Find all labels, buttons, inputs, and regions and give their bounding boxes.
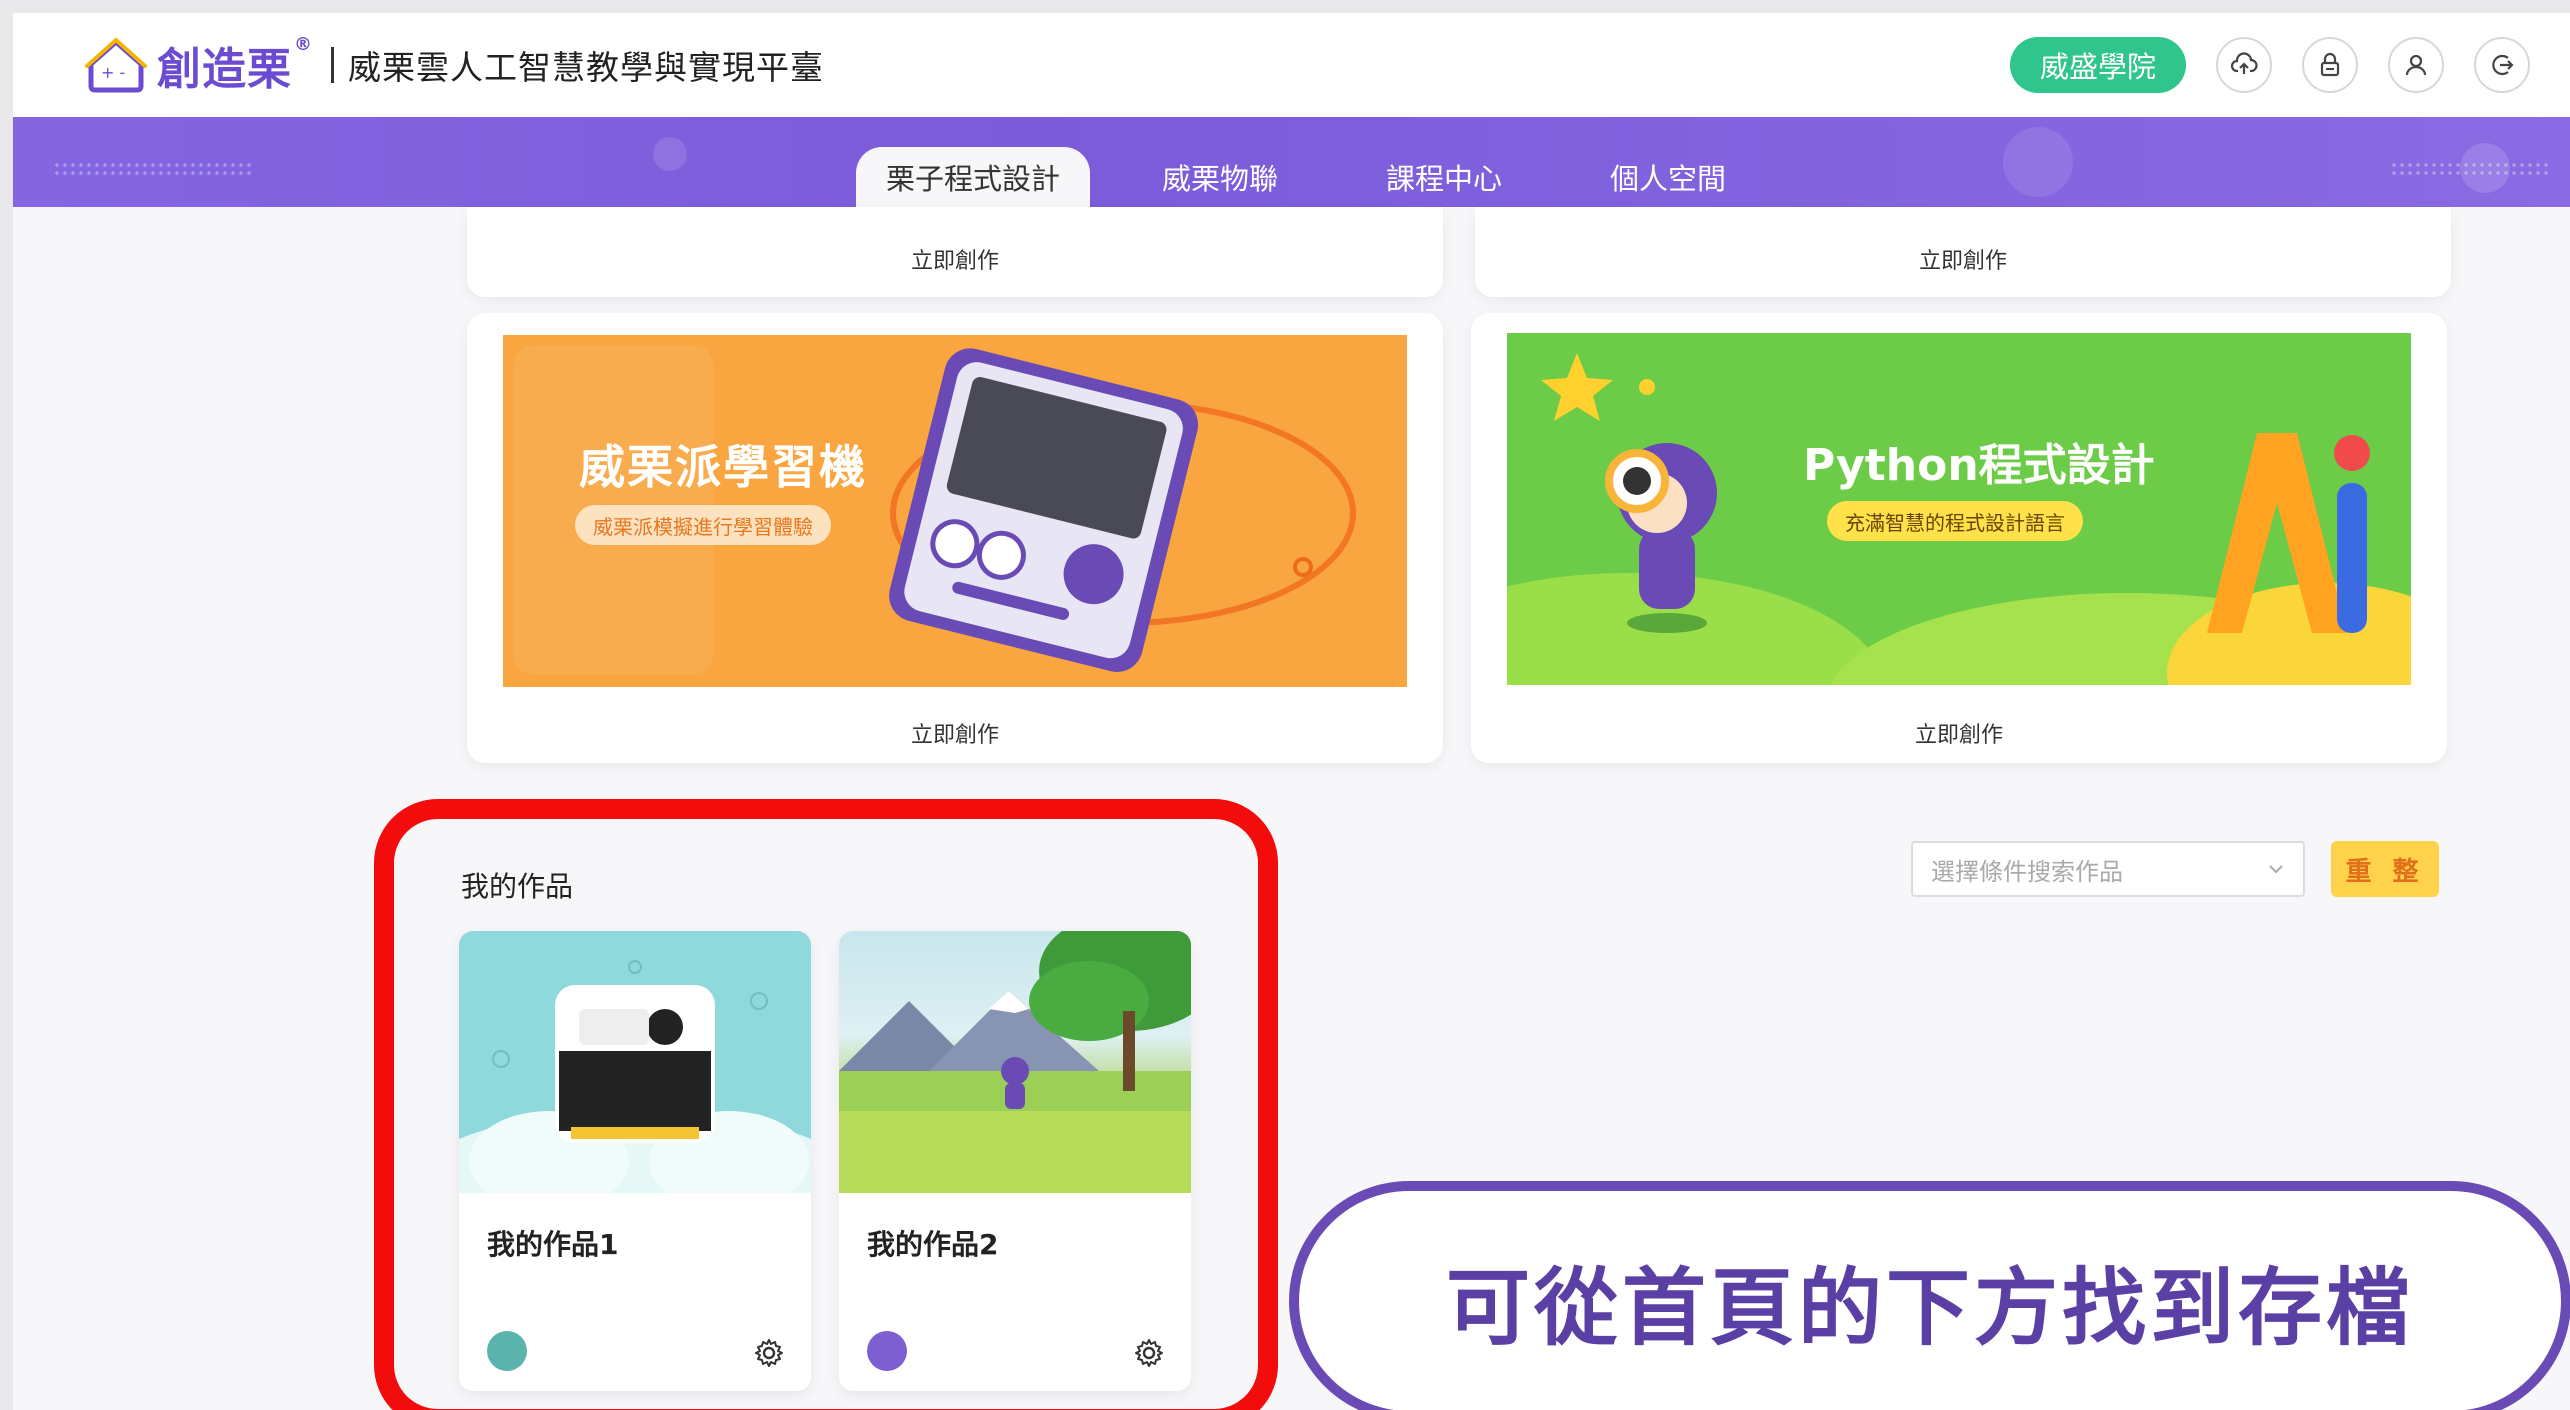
project-card: 立即創作 (467, 207, 1443, 297)
lock-icon (2320, 52, 2340, 77)
lock-button[interactable] (2302, 37, 2358, 93)
cloud-upload-button[interactable] (2216, 37, 2272, 93)
banner-title: 威栗派學習機 (579, 440, 867, 494)
platform-title: 威栗雲人工智慧教學與實現平臺 (348, 48, 824, 87)
project-card-weili-pi: 威栗派學習機 威栗派模擬進行學習體驗 立即創作 (467, 313, 1443, 763)
create-now-link[interactable]: 立即創作 (1475, 243, 2451, 275)
create-now-link[interactable]: 立即創作 (1471, 717, 2447, 749)
logo-divider (331, 47, 334, 83)
nav-tabs: 栗子程式設計 威栗物聯 課程中心 個人空間 (856, 147, 1762, 207)
cloud-upload-icon (2230, 52, 2258, 74)
user-icon (2405, 54, 2427, 76)
tab-iot[interactable]: 威栗物聯 (1126, 147, 1314, 207)
decor-bubble (653, 137, 687, 171)
create-now-link[interactable]: 立即創作 (467, 717, 1443, 749)
app-window: + - 創造栗 ® 威栗雲人工智慧教學與實現平臺 威盛學院 栗子程式設計 威栗物… (13, 13, 2570, 1410)
tab-chestnut-programming[interactable]: 栗子程式設計 (856, 147, 1091, 207)
banner-subtitle: 充滿智慧的程式設計語言 (1827, 501, 2083, 541)
chevron-down-icon (2269, 865, 2283, 874)
banner-image[interactable]: Python程式設計 充滿智慧的程式設計語言 (1507, 333, 2411, 685)
banner-subtitle: 威栗派模擬進行學習體驗 (575, 505, 831, 545)
decor-dots (2390, 161, 2550, 175)
project-card-python: Python程式設計 充滿智慧的程式設計語言 立即創作 (1471, 313, 2447, 763)
user-button[interactable] (2388, 37, 2444, 93)
tab-personal-space[interactable]: 個人空間 (1574, 147, 1762, 207)
main-nav: 栗子程式設計 威栗物聯 課程中心 個人空間 (13, 117, 2570, 207)
logo-house-icon: + - (83, 36, 149, 94)
project-card: 立即創作 (1475, 207, 2451, 297)
decor-dots (53, 161, 253, 175)
search-placeholder: 選擇條件搜索作品 (1931, 857, 2123, 886)
brand-name: 創造栗 ® (157, 34, 313, 95)
top-header: + - 創造栗 ® 威栗雲人工智慧教學與實現平臺 威盛學院 (13, 13, 2570, 117)
banner-title: Python程式設計 (1803, 440, 2155, 491)
tab-course-center[interactable]: 課程中心 (1350, 147, 1538, 207)
create-now-link[interactable]: 立即創作 (467, 243, 1443, 275)
header-actions: 威盛學院 (2009, 37, 2530, 93)
reset-button[interactable]: 重 整 (2331, 841, 2439, 897)
banner-image[interactable]: 威栗派學習機 威栗派模擬進行學習體驗 (503, 335, 1407, 687)
decor-bubble (2003, 127, 2073, 197)
academy-button[interactable]: 威盛學院 (2009, 37, 2186, 93)
logout-icon (2492, 54, 2514, 76)
svg-text:+ -: + - (101, 63, 125, 82)
works-search-select[interactable]: 選擇條件搜索作品 (1911, 841, 2305, 897)
callout-text: 可從首頁的下方找到存檔 (1445, 1258, 2414, 1357)
logout-button[interactable] (2474, 37, 2530, 93)
brand-logo[interactable]: + - 創造栗 ® 威栗雲人工智慧教學與實現平臺 (83, 34, 824, 95)
tutorial-callout: 可從首頁的下方找到存檔 (1289, 1181, 2570, 1410)
highlight-box (374, 799, 1278, 1410)
